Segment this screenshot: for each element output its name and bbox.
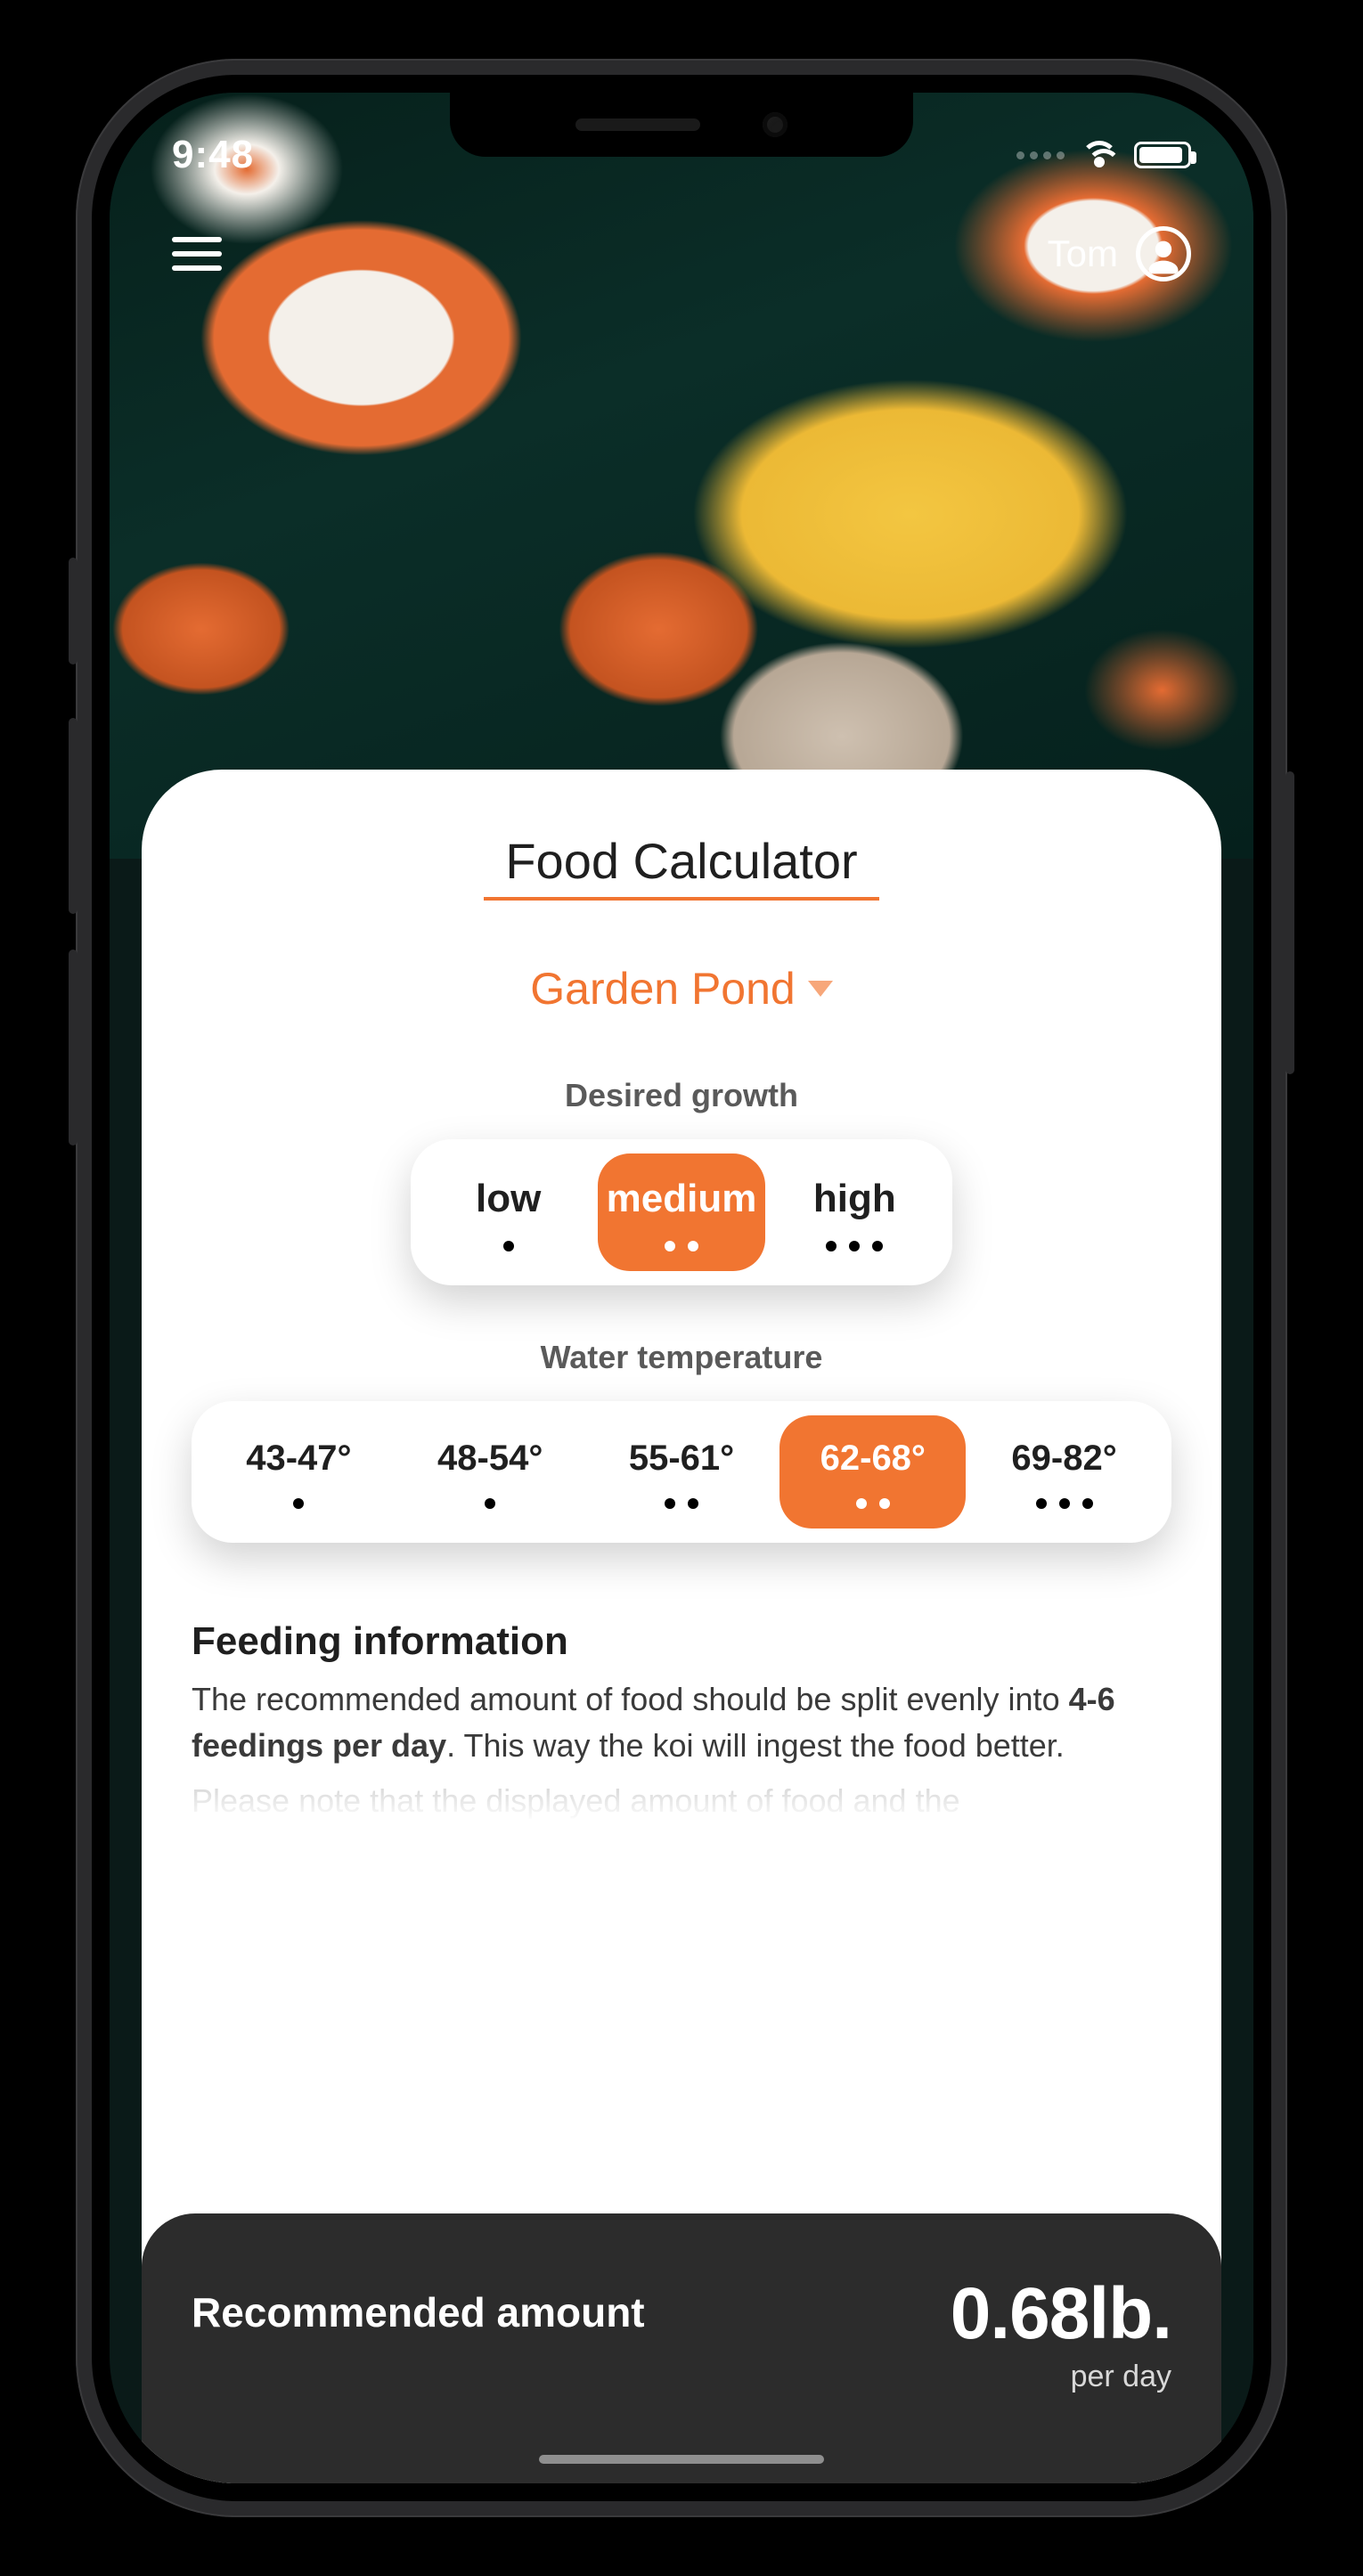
result-amount: 0.68lb. (951, 2272, 1171, 2356)
avatar-icon (1136, 226, 1191, 281)
frequency-dots-icon (665, 1241, 698, 1251)
growth-segmented-control: low medium high (411, 1139, 953, 1285)
frequency-dots-icon (856, 1498, 890, 1509)
growth-option-label: low (476, 1177, 541, 1221)
growth-label: Desired growth (565, 1077, 798, 1114)
hero-koi-image (110, 93, 1253, 859)
growth-option[interactable]: medium (598, 1153, 766, 1271)
side-button (1285, 771, 1294, 1074)
menu-icon[interactable] (172, 237, 222, 271)
side-button (69, 558, 78, 664)
page-title: Food Calculator (484, 832, 878, 901)
temperature-option-label: 43-47° (246, 1439, 351, 1479)
screen: 9:48 Tom (110, 93, 1253, 2483)
side-button (69, 718, 78, 914)
temperature-option[interactable]: 55-61° (589, 1415, 775, 1528)
frequency-dots-icon (1036, 1498, 1093, 1509)
user-button[interactable]: Tom (1048, 226, 1191, 281)
temperature-option-label: 48-54° (437, 1439, 543, 1479)
frequency-dots-icon (503, 1241, 514, 1251)
growth-option[interactable]: high (771, 1153, 938, 1271)
feeding-info-continued: Please note that the displayed amount of… (192, 1778, 1171, 1824)
home-indicator (539, 2455, 824, 2464)
temperature-label: Water temperature (541, 1339, 823, 1376)
growth-option[interactable]: low (425, 1153, 592, 1271)
growth-option-label: high (813, 1177, 896, 1221)
temperature-option[interactable]: 48-54° (397, 1415, 584, 1528)
user-name: Tom (1048, 232, 1118, 275)
feeding-info-heading: Feeding information (192, 1619, 1171, 1664)
growth-option-label: medium (607, 1177, 757, 1221)
phone-frame: 9:48 Tom (76, 59, 1287, 2517)
pond-selector[interactable]: Garden Pond (530, 963, 832, 1015)
temperature-option-label: 62-68° (820, 1439, 926, 1479)
temperature-option-label: 69-82° (1011, 1439, 1116, 1479)
result-bar: Recommended amount 0.68lb. per day (142, 2213, 1221, 2483)
status-bar: 9:48 (110, 119, 1253, 191)
frequency-dots-icon (293, 1498, 304, 1509)
temperature-option[interactable]: 62-68° (779, 1415, 966, 1528)
feeding-info: Feeding information The recommended amou… (192, 1619, 1171, 1825)
cellular-icon (1016, 151, 1065, 159)
temperature-option[interactable]: 69-82° (971, 1415, 1157, 1528)
wifi-icon (1081, 141, 1118, 169)
chevron-down-icon (808, 981, 833, 997)
pond-selected-label: Garden Pond (530, 963, 795, 1015)
temperature-option[interactable]: 43-47° (206, 1415, 392, 1528)
battery-icon (1134, 142, 1191, 168)
status-time: 9:48 (172, 133, 254, 177)
frequency-dots-icon (665, 1498, 698, 1509)
result-unit: per day (951, 2360, 1171, 2394)
temperature-option-label: 55-61° (629, 1439, 734, 1479)
temperature-segmented-control: 43-47° 48-54° 55-61° 62-68° 69-82° (192, 1401, 1171, 1543)
side-button (69, 950, 78, 1145)
result-label: Recommended amount (192, 2288, 645, 2336)
frequency-dots-icon (485, 1498, 495, 1509)
frequency-dots-icon (826, 1241, 883, 1251)
feeding-info-body: The recommended amount of food should be… (192, 1676, 1171, 1769)
